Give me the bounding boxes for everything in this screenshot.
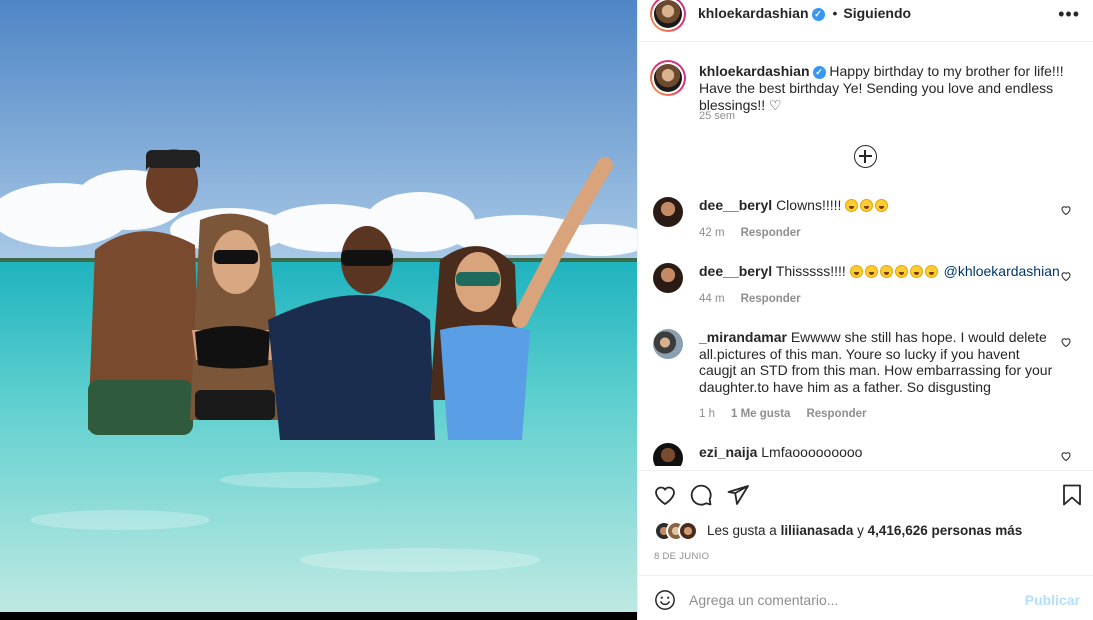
caption-avatar[interactable]	[650, 60, 686, 96]
author-username[interactable]: khloekardashian	[698, 5, 809, 21]
comment-time[interactable]: 42 m	[699, 227, 725, 239]
following-button[interactable]: Siguiendo	[843, 5, 911, 21]
liker-avatar	[678, 521, 698, 541]
like-comment-icon[interactable]	[1060, 450, 1072, 462]
commenter-avatar[interactable]	[653, 329, 683, 359]
comment-meta: 1 h 1 Me gusta Responder	[699, 408, 883, 420]
verified-badge-icon: ✓	[811, 7, 825, 21]
reply-button[interactable]: Responder	[741, 293, 801, 305]
commenter-avatar[interactable]	[653, 263, 683, 293]
comment-text: _mirandamar Ewwww she still has hope. I …	[699, 329, 1059, 395]
like-comment-icon[interactable]	[1060, 336, 1072, 348]
comment-mention[interactable]: @khloekardashian	[944, 263, 1060, 279]
commenter-avatar[interactable]	[653, 443, 683, 466]
like-heart-icon[interactable]	[653, 483, 677, 507]
share-paper-plane-icon[interactable]	[726, 483, 750, 507]
like-comment-icon[interactable]	[1060, 204, 1072, 216]
reply-button[interactable]: Responder	[741, 227, 801, 239]
reply-button[interactable]: Responder	[806, 408, 866, 420]
likes-count[interactable]: 4,416,626 personas más	[868, 523, 1023, 538]
likes-summary: Les gusta a liliianasada y 4,416,626 per…	[654, 521, 1084, 543]
post-actions: Les gusta a liliianasada y 4,416,626 per…	[638, 470, 1093, 574]
comment-meta: 42 m Responder	[699, 227, 817, 239]
comment-username[interactable]: ezi_naija	[699, 444, 757, 460]
comment-username[interactable]: dee__beryl	[699, 263, 772, 279]
post-header: khloekardashian ✓ • Siguiendo •••	[638, 0, 1093, 42]
commenter-avatar[interactable]	[653, 197, 683, 227]
comment-username[interactable]: _mirandamar	[699, 329, 787, 345]
comment-input[interactable]	[689, 589, 1019, 611]
separator-dot: •	[832, 5, 838, 21]
save-bookmark-icon[interactable]	[1060, 483, 1084, 507]
comment-username[interactable]: dee__beryl	[699, 197, 772, 213]
laughing-emoji-icon	[845, 197, 890, 213]
post-photo[interactable]	[0, 0, 637, 620]
likes-user[interactable]: liliianasada	[781, 523, 854, 538]
comment-time[interactable]: 1 h	[699, 408, 715, 420]
caption-text: khloekardashian ✓ Happy birthday to my br…	[699, 63, 1084, 114]
load-more-comments-icon[interactable]	[854, 145, 877, 168]
emoji-smile-icon[interactable]	[654, 589, 676, 611]
comment-body: Clowns!!!!!	[776, 197, 842, 213]
comment-bubble-icon[interactable]	[689, 483, 713, 507]
comment-text: dee__beryl Thisssss!!!! @khloekardashian	[699, 263, 1079, 280]
comment-text: ezi_naija Lmfaooooooooo	[699, 444, 1059, 461]
publish-button[interactable]: Publicar	[1025, 592, 1080, 608]
likes-text[interactable]: Les gusta a liliianasada y 4,416,626 per…	[707, 523, 1022, 538]
verified-badge-icon: ✓	[812, 65, 826, 79]
comment-text: dee__beryl Clowns!!!!!	[699, 197, 1059, 214]
likes-prefix: Les gusta a	[707, 523, 777, 538]
like-comment-icon[interactable]	[1060, 270, 1072, 282]
author-line: khloekardashian ✓ • Siguiendo	[698, 5, 911, 21]
comments-list[interactable]: dee__beryl Clowns!!!!! 42 m Responder dee…	[638, 190, 1093, 466]
caption-time[interactable]: 25 sem	[699, 110, 735, 122]
comment-like-count[interactable]: 1 Me gusta	[731, 408, 790, 420]
laughing-emoji-icon	[849, 263, 940, 279]
likes-joiner: y	[857, 523, 864, 538]
comment-time[interactable]: 44 m	[699, 293, 725, 305]
comment-meta: 44 m Responder	[699, 293, 817, 305]
post-date[interactable]: 8 DE JUNIO	[654, 551, 709, 562]
add-comment-bar: Publicar	[638, 575, 1093, 620]
more-options-icon[interactable]: •••	[1058, 4, 1080, 25]
comment-body: Thisssss!!!!	[775, 263, 846, 279]
author-avatar[interactable]	[650, 0, 686, 32]
beach-group-photo	[0, 0, 637, 612]
post-side-panel: khloekardashian ✓ • Siguiendo ••• khloekard…	[637, 0, 1093, 620]
caption-username[interactable]: khloekardashian	[699, 63, 810, 79]
comment-body: Lmfaooooooooo	[761, 444, 863, 460]
